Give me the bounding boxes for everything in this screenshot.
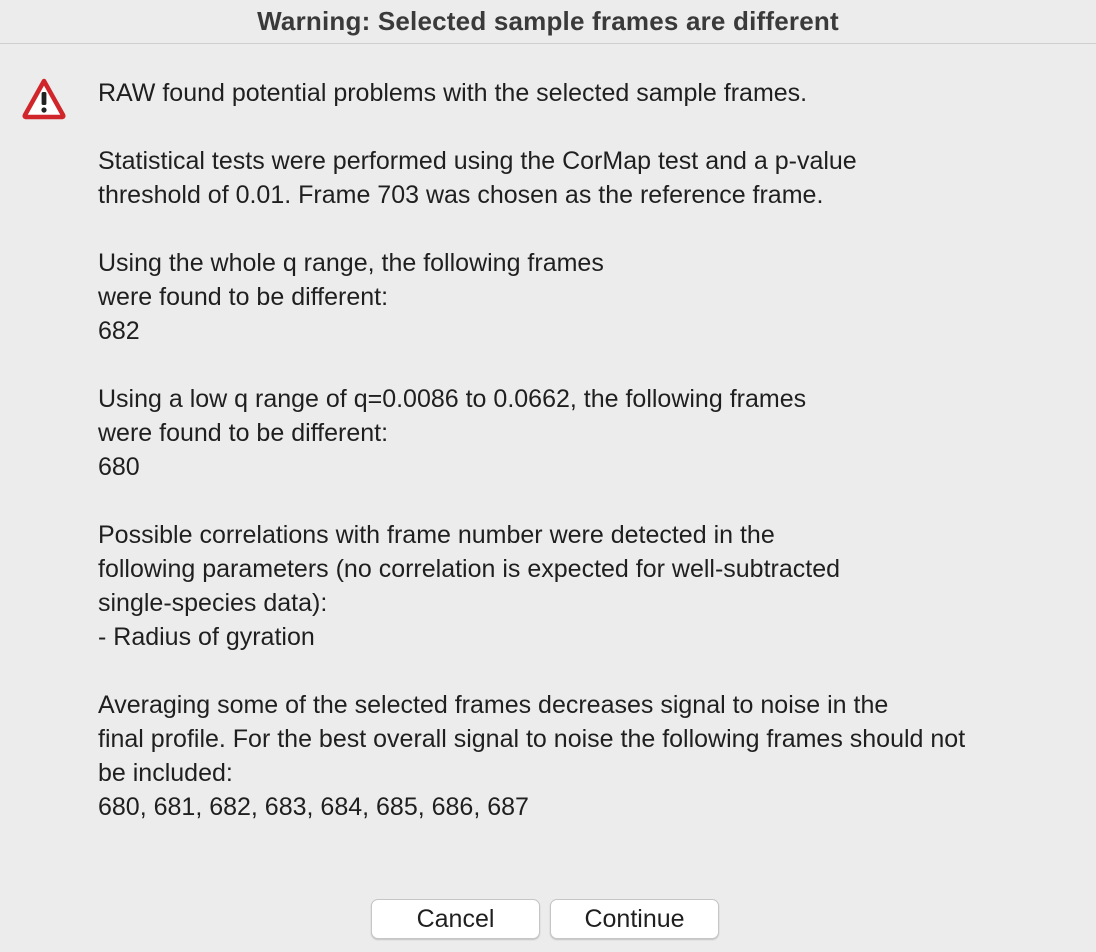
message-intro: RAW found potential problems with the se… [98,79,808,107]
message-correlations: Possible correlations with frame number … [98,521,841,651]
message-averaging: Averaging some of the selected frames de… [98,691,966,821]
cancel-button[interactable]: Cancel [371,899,540,939]
warning-dialog: Warning: Selected sample frames are diff… [0,0,1096,952]
dialog-title: Warning: Selected sample frames are diff… [257,6,839,36]
message-body: RAW found potential problems with the se… [98,76,1068,824]
message-statistical-tests: Statistical tests were performed using t… [98,147,857,209]
button-row: Cancel Continue [371,899,719,939]
continue-button[interactable]: Continue [550,899,719,939]
warning-triangle-icon [22,78,66,120]
message-low-q-range: Using a low q range of q=0.0086 to 0.066… [98,385,807,481]
message-whole-q-range: Using the whole q range, the following f… [98,249,604,345]
title-bar[interactable]: Warning: Selected sample frames are diff… [0,0,1096,44]
